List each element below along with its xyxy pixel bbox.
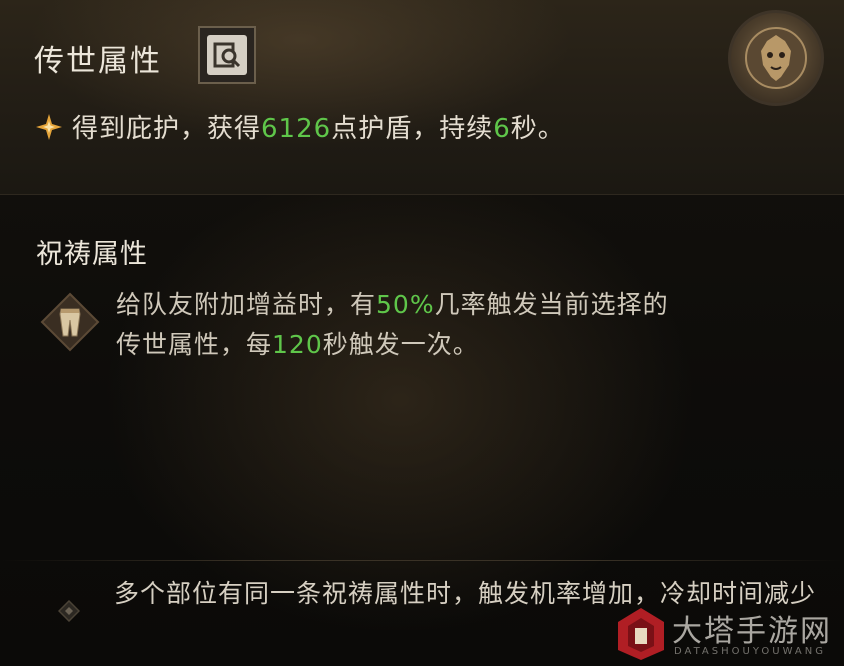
pants-icon (40, 292, 100, 352)
chance-value: 50% (376, 290, 435, 319)
codex-search-icon (207, 35, 247, 75)
cooldown-value: 120 (272, 330, 323, 359)
codex-button[interactable] (198, 26, 256, 84)
watermark-logo-icon (618, 608, 664, 660)
section-divider (0, 560, 844, 561)
blessing-line-2: 传世属性，每120秒触发一次。 (116, 330, 479, 359)
legendary-effect-text: 得到庇护，获得6126点护盾，持续6秒。 (72, 114, 565, 144)
legendary-effect: 得到庇护，获得6126点护盾，持续6秒。 (34, 108, 565, 145)
lion-emblem-icon (728, 10, 824, 106)
legendary-section: 传世属性 得到庇护，获得6126点护盾，持续6秒。 (0, 0, 844, 195)
shield-value: 6126 (261, 114, 332, 144)
blessing-title: 祝祷属性 (36, 239, 148, 270)
blessing-description: 给队友附加增益时，有50%几率触发当前选择的 传世属性，每120秒触发一次。 (116, 285, 816, 365)
legendary-title: 传世属性 (34, 44, 162, 79)
site-watermark: 大塔手游网 DATASHOUYOUWANG (616, 606, 838, 662)
duration-value: 6 (493, 114, 511, 144)
watermark-title: 大塔手游网 (672, 614, 832, 649)
diamond-bullet-icon (58, 600, 80, 622)
star-bullet-icon (36, 113, 62, 140)
item-tooltip-panel: 传世属性 得到庇护，获得6126点护盾，持续6秒。 祝祷属性 给队友附加增益时，… (0, 0, 844, 666)
blessing-line-1: 给队友附加增益时，有50%几率触发当前选择的 (116, 290, 669, 319)
watermark-subtitle: DATASHOUYOUWANG (674, 646, 826, 657)
